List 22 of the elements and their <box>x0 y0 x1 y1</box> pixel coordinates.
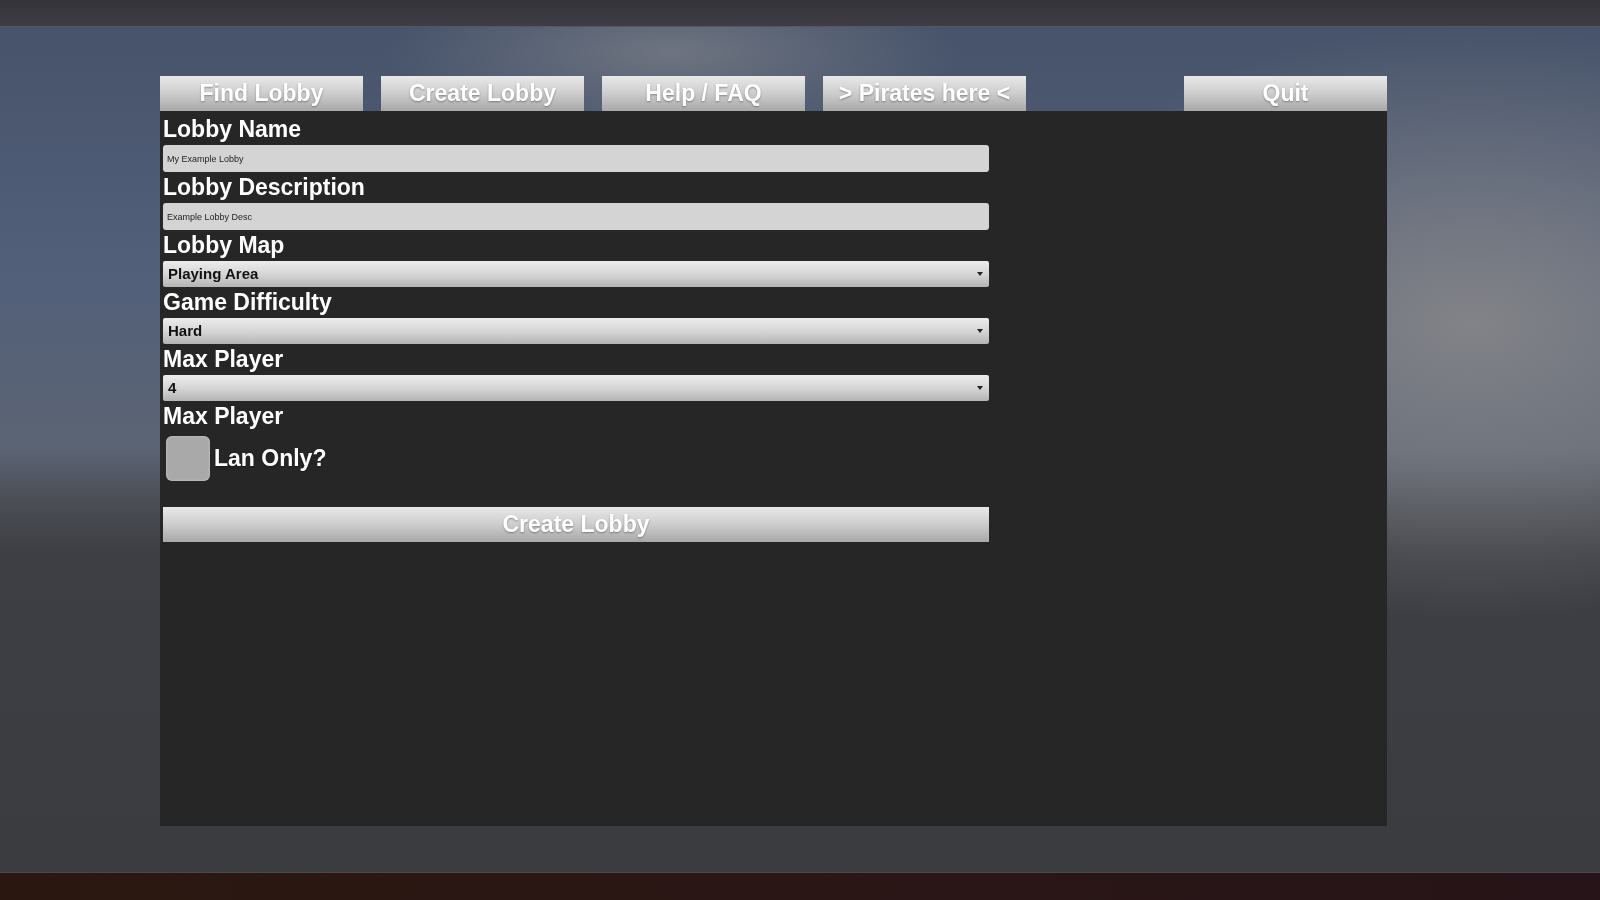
field-label: Game Difficulty <box>163 288 332 317</box>
field-label: Lobby Name <box>163 115 302 144</box>
nav-button[interactable]: Find Lobby <box>160 76 363 111</box>
dropdown[interactable]: Hard <box>163 318 989 344</box>
create-lobby-button[interactable]: Create Lobby <box>163 507 989 542</box>
caret-icon <box>977 272 983 276</box>
caret-icon <box>977 386 983 390</box>
nav-button[interactable]: Help / FAQ <box>602 76 805 111</box>
caret-icon <box>977 329 983 333</box>
dropdown[interactable]: 4 <box>163 375 989 401</box>
field-label: Max Player <box>163 402 284 431</box>
text-field[interactable]: My Example Lobby <box>163 145 989 172</box>
nav-button[interactable]: > Pirates here < <box>823 76 1026 111</box>
field-label: Max Player <box>163 345 284 374</box>
field-label: Lobby Map <box>163 231 285 260</box>
checkbox[interactable] <box>166 436 210 481</box>
field-label: Lobby Description <box>163 173 365 202</box>
quit-button[interactable]: Quit <box>1184 76 1387 111</box>
dropdown[interactable]: Playing Area <box>163 261 989 287</box>
nav-button[interactable]: Create Lobby <box>381 76 584 111</box>
text-field[interactable]: Example Lobby Desc <box>163 203 989 230</box>
checkbox-label: Lan Only? <box>214 444 327 474</box>
